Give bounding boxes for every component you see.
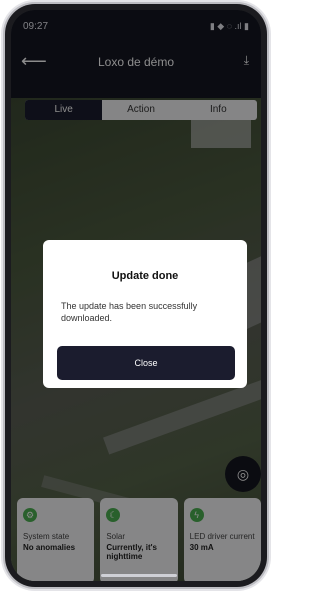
update-dialog: Update done The update has been successf… [43, 240, 247, 388]
dialog-title: Update done [111, 270, 179, 282]
app-screen: 09:27 ▮ ◆ ◌ .ıl ▮ ⟵ Loxo de démo ⤓ Live … [11, 10, 261, 581]
home-indicator[interactable] [101, 574, 177, 577]
close-button[interactable]: Close [57, 346, 235, 380]
dialog-message: The update has been successfully downloa… [61, 301, 198, 323]
phone-frame: 09:27 ▮ ◆ ◌ .ıl ▮ ⟵ Loxo de démo ⤓ Live … [5, 4, 267, 587]
